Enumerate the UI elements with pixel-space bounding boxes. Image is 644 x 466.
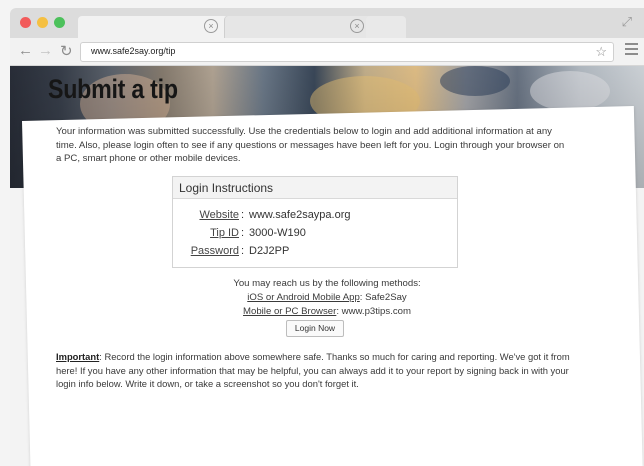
close-window-button[interactable] bbox=[20, 17, 31, 28]
credential-value: 3000-W190 bbox=[249, 227, 306, 239]
credential-row-tip-id: Tip ID : 3000-W190 bbox=[210, 227, 306, 239]
browser-toolbar: ← → ↻ www.safe2say.org/tip ☆ bbox=[10, 38, 644, 66]
address-bar[interactable]: www.safe2say.org/tip ☆ bbox=[80, 42, 614, 62]
back-arrow-icon[interactable]: ← bbox=[18, 42, 33, 59]
login-instructions-box: Login Instructions Website : www.safe2sa… bbox=[172, 176, 458, 268]
success-message: Your information was submitted successfu… bbox=[56, 126, 565, 164]
minimize-window-button[interactable] bbox=[37, 17, 48, 28]
fullscreen-icon[interactable]: ⤢ bbox=[622, 14, 632, 30]
forward-arrow-icon[interactable]: → bbox=[38, 42, 53, 59]
important-text: : Record the login information above som… bbox=[56, 351, 570, 389]
contact-method-app: iOS or Android Mobile App: Safe2Say bbox=[247, 292, 407, 303]
page-title: Submit a tip bbox=[48, 74, 178, 104]
contact-methods-intro: You may reach us by the following method… bbox=[233, 278, 421, 289]
credential-label: Tip ID bbox=[210, 227, 239, 239]
credential-label: Website bbox=[199, 209, 239, 221]
tab-inactive[interactable]: × bbox=[224, 16, 374, 38]
tab-active[interactable]: × bbox=[78, 16, 228, 38]
close-tab-icon[interactable]: × bbox=[204, 19, 218, 33]
credential-value: www.safe2saypa.org bbox=[249, 209, 351, 221]
title-bar: × × ⤢ bbox=[10, 8, 644, 38]
contact-method-browser: Mobile or PC Browser: www.p3tips.com bbox=[243, 306, 411, 317]
browser-menu-icon[interactable] bbox=[625, 43, 638, 58]
new-tab-button[interactable] bbox=[366, 16, 406, 38]
credential-row-website: Website : www.safe2saypa.org bbox=[199, 209, 351, 221]
browser-value: www.p3tips.com bbox=[341, 306, 411, 317]
login-instructions-heading: Login Instructions bbox=[173, 177, 457, 199]
url-text[interactable]: www.safe2say.org/tip bbox=[91, 46, 175, 56]
close-tab-icon[interactable]: × bbox=[350, 19, 364, 33]
important-label: Important bbox=[56, 351, 100, 362]
login-now-button[interactable]: Login Now bbox=[286, 320, 344, 337]
credential-row-password: Password : D2J2PP bbox=[190, 245, 290, 257]
maximize-window-button[interactable] bbox=[54, 17, 65, 28]
browser-window: × × ⤢ ← → ↻ www.safe2say.org/tip ☆ Submi… bbox=[10, 8, 644, 466]
app-value: Safe2Say bbox=[365, 292, 407, 303]
browser-link[interactable]: Mobile or PC Browser bbox=[243, 306, 336, 317]
credential-value: D2J2PP bbox=[249, 245, 290, 257]
app-link[interactable]: iOS or Android Mobile App bbox=[247, 292, 360, 303]
important-notice: Important: Record the login information … bbox=[56, 350, 586, 391]
bookmark-star-icon[interactable]: ☆ bbox=[595, 44, 607, 60]
credential-label: Password bbox=[190, 245, 239, 257]
reload-icon[interactable]: ↻ bbox=[60, 42, 73, 60]
